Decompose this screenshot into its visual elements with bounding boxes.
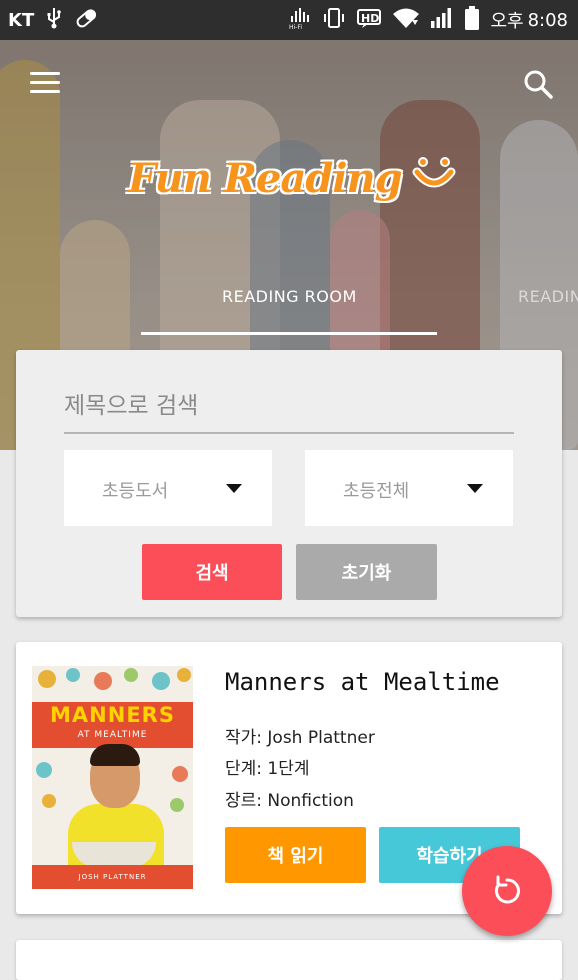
vibrate-icon [322, 6, 346, 35]
app-logo: Fun Reading [128, 152, 456, 202]
hd-icon: HD [356, 7, 382, 34]
cover-dot [152, 672, 170, 690]
cover-dot [172, 766, 188, 782]
hifi-icon: Hi-Fi [288, 6, 312, 35]
cover-dot [124, 668, 138, 682]
status-bar: KT Hi-Fi HD 오후 8:08 [0, 0, 578, 40]
cover-dot [170, 798, 184, 812]
category-select[interactable]: 초등도서 [64, 450, 272, 526]
carrier-label: KT [8, 9, 35, 31]
book-card-next[interactable] [16, 940, 562, 980]
read-book-button[interactable]: 책 읽기 [225, 827, 366, 883]
level-select-value: 초등전체 [343, 481, 410, 502]
time-prefix: 오후 [490, 11, 524, 32]
dropdown-arrow-icon [467, 484, 483, 493]
tab-indicator [141, 332, 437, 335]
level-select[interactable]: 초등전체 [305, 450, 513, 526]
svg-text:Hi-Fi: Hi-Fi [289, 24, 302, 30]
clock: 8:08 [527, 9, 568, 31]
cover-child-hair [90, 744, 140, 766]
tab-reading[interactable]: READIN [518, 287, 578, 306]
cover-title: MANNERS [50, 703, 175, 727]
search-icon [524, 70, 553, 99]
menu-icon [30, 72, 60, 75]
cover-dot [94, 672, 112, 690]
book-title: Manners at Mealtime [225, 668, 500, 696]
tab-reading-room[interactable]: READING ROOM [222, 287, 357, 306]
cover-banner: MANNERS AT MEALTIME [32, 702, 193, 748]
menu-icon [30, 81, 60, 84]
usb-icon [44, 7, 64, 34]
cover-dot [38, 670, 56, 688]
svg-text:HD: HD [361, 12, 379, 25]
cover-dot [42, 794, 56, 808]
book-genre: 장르: Nonfiction [225, 791, 354, 811]
book-author: 작가: Josh Plattner [225, 728, 375, 748]
smile-icon [412, 152, 456, 202]
reset-button[interactable]: 초기화 [296, 544, 437, 600]
cover-author: JOSH PLATTNER [32, 865, 193, 889]
cover-dot [66, 668, 80, 682]
cover-subtitle: AT MEALTIME [77, 730, 148, 740]
cover-dot [36, 762, 52, 778]
refresh-icon [495, 875, 520, 904]
search-button[interactable] [522, 68, 554, 100]
book-cover[interactable]: MANNERS AT MEALTIME JOSH PLATTNER [32, 666, 193, 889]
cover-dot [177, 668, 191, 682]
search-panel: 초등도서 초등전체 검색 초기화 [16, 350, 562, 617]
category-select-value: 초등도서 [102, 481, 169, 502]
book-level: 단계: 1단계 [225, 759, 310, 779]
wifi-icon [392, 6, 420, 35]
pill-icon [74, 6, 98, 35]
signal-icon [430, 6, 454, 35]
refresh-fab[interactable] [462, 846, 552, 936]
menu-icon [30, 90, 60, 93]
title-search-input[interactable] [64, 380, 514, 434]
dropdown-arrow-icon [226, 484, 242, 493]
search-submit-button[interactable]: 검색 [142, 544, 282, 600]
battery-icon [464, 5, 480, 36]
menu-button[interactable] [30, 72, 60, 94]
logo-text: Fun Reading [128, 155, 403, 202]
